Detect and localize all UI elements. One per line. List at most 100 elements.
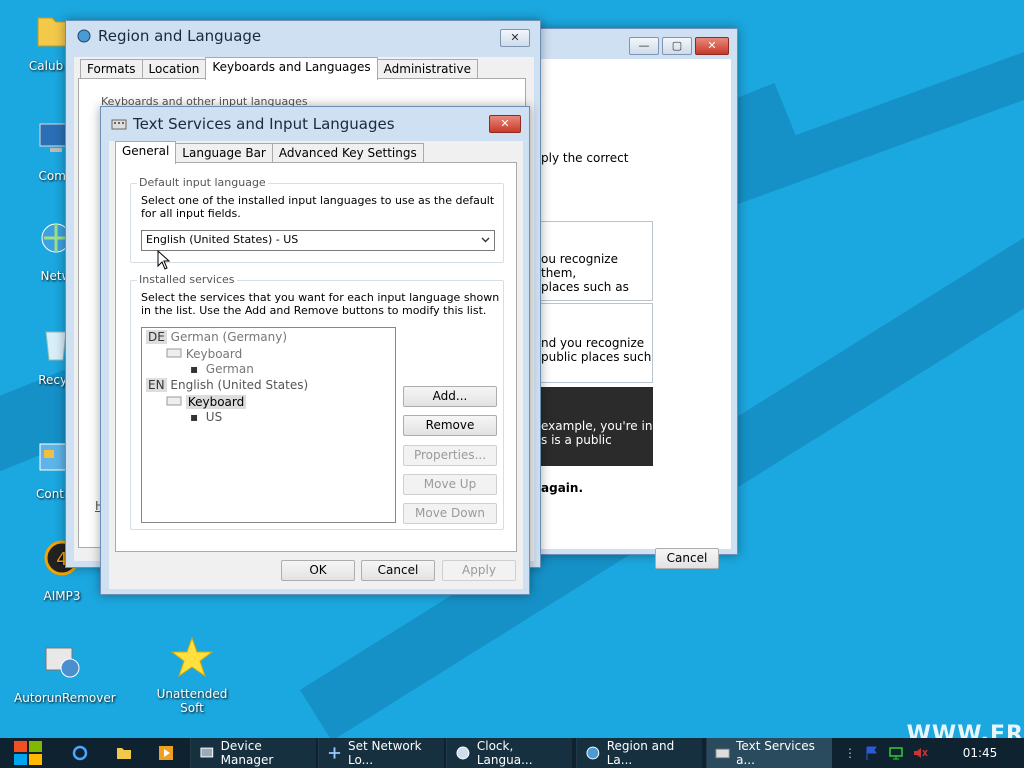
network-text: nd you recognize (541, 336, 645, 350)
chevron-down-icon (481, 237, 490, 243)
taskbar-item-label: Set Network Lo... (347, 739, 422, 767)
device-manager-icon (200, 747, 214, 758)
minimize-button[interactable]: — (629, 37, 659, 55)
start-button[interactable] (6, 738, 46, 768)
remove-button[interactable]: Remove (403, 415, 497, 436)
close-button[interactable]: ✕ (489, 115, 521, 133)
tab-location[interactable]: Location (141, 59, 207, 79)
desktop-icon-label: AIMP3 (43, 589, 81, 603)
desktop-icon-label: AutorunRemover (14, 691, 116, 705)
apply-button[interactable]: Apply (442, 560, 516, 581)
network-text: ou recognize them, (541, 252, 618, 280)
taskbar: Device Manager Set Network Lo... Clock, … (0, 738, 1024, 768)
keyboard-icon (111, 119, 127, 130)
taskbar-item-region-language[interactable]: Region and La... (576, 738, 702, 768)
network-text: example, you're in (541, 419, 653, 433)
network-text: ply the correct (541, 151, 629, 165)
installed-services-group: Installed services Select the services t… (130, 273, 504, 530)
tab-advanced-key-settings[interactable]: Advanced Key Settings (271, 143, 424, 163)
tree-label: Keyboard (185, 395, 247, 409)
keyboard-icon (166, 348, 182, 358)
general-panel: Default input language Select one of the… (115, 162, 517, 552)
taskbar-media[interactable] (152, 738, 180, 768)
language-code-badge: EN (146, 378, 167, 392)
tree-category-keyboard[interactable]: Keyboard (166, 346, 242, 361)
cancel-button[interactable]: Cancel (361, 560, 435, 581)
taskbar-ie[interactable] (66, 738, 94, 768)
tab-keyboards-and-languages[interactable]: Keyboards and Languages (205, 57, 378, 80)
tree-label: German (Germany) (170, 330, 288, 344)
default-language-select[interactable]: English (United States) - US (141, 230, 495, 251)
title-bar: Region and Language (66, 21, 540, 51)
taskbar-clock[interactable]: 01:45 (950, 738, 1010, 768)
network-text: again. (541, 481, 583, 495)
tray-overflow-icon[interactable]: ⋮ (844, 746, 856, 760)
tree-label: US (205, 410, 223, 424)
tab-strip: Formats Location Keyboards and Languages… (74, 57, 534, 80)
window-title: Text Services and Input Languages (133, 115, 395, 133)
internet-explorer-icon (72, 745, 88, 761)
dialog-client: General Language Bar Advanced Key Settin… (109, 141, 523, 589)
group-label: Default input language (137, 176, 268, 189)
tab-language-bar[interactable]: Language Bar (175, 143, 273, 163)
tab-formats[interactable]: Formats (80, 59, 143, 79)
move-down-button[interactable]: Move Down (403, 503, 497, 524)
tree-language-english[interactable]: EN English (United States) (146, 378, 308, 392)
keyboard-icon (166, 396, 182, 406)
close-button[interactable]: ✕ (500, 29, 530, 47)
taskbar-item-label: Device Manager (220, 739, 274, 767)
select-value: English (United States) - US (146, 233, 299, 246)
tree-label: German (205, 362, 254, 376)
taskbar-item-device-manager[interactable]: Device Manager (190, 738, 316, 768)
title-bar: Text Services and Input Languages (101, 107, 529, 141)
tree-language-german[interactable]: DE German (Germany) (146, 330, 287, 344)
tab-strip: General Language Bar Advanced Key Settin… (109, 141, 523, 164)
keyboard-icon (715, 748, 730, 759)
action-center-flag-icon[interactable] (864, 745, 880, 761)
watermark: WWW.FR (906, 722, 1024, 738)
desktop-icon-label: Unattended Soft (156, 687, 228, 715)
taskbar-item-text-services[interactable]: Text Services a... (706, 738, 832, 768)
globe-icon (77, 29, 91, 43)
tree-label: English (United States) (170, 378, 309, 392)
maximize-button[interactable]: ▢ (662, 37, 692, 55)
desktop-icon-unattended[interactable]: Unattended Soft (144, 636, 240, 715)
window-title: Region and Language (98, 27, 262, 45)
taskbar-explorer[interactable] (110, 738, 138, 768)
taskbar-item-set-network[interactable]: Set Network Lo... (318, 738, 444, 768)
star-icon (170, 636, 214, 678)
group-description: Select the services that you want for ea… (141, 291, 500, 317)
media-player-icon (159, 746, 173, 760)
tree-category-keyboard-selected[interactable]: Keyboard (166, 394, 247, 409)
properties-button[interactable]: Properties... (403, 445, 497, 466)
ok-button[interactable]: OK (281, 560, 355, 581)
text-services-window[interactable]: Text Services and Input Languages ✕ Gene… (100, 106, 530, 595)
close-button[interactable]: ✕ (695, 37, 729, 55)
add-button[interactable]: Add... (403, 386, 497, 407)
clock-language-icon (456, 746, 470, 760)
tree-label: Keyboard (185, 347, 243, 361)
taskbar-item-label: Region and La... (606, 739, 675, 767)
taskbar-item-label: Text Services a... (736, 739, 815, 767)
tree-item-us[interactable]: ▪ US (190, 410, 222, 424)
desktop-icon-autorun-remover[interactable]: AutorunRemover (14, 640, 116, 705)
services-tree[interactable]: DE German (Germany) Keyboard ▪ German EN… (141, 327, 396, 523)
default-language-group: Default input language Select one of the… (130, 176, 504, 263)
taskbar-item-clock-language[interactable]: Clock, Langua... (446, 738, 572, 768)
system-tray: ⋮ (838, 738, 928, 768)
taskbar-item-label: Clock, Langua... (476, 739, 533, 767)
globe-icon (586, 746, 600, 760)
autorun-remover-icon (45, 647, 80, 678)
network-status-icon[interactable] (888, 745, 904, 761)
group-description: Select one of the installed input langua… (141, 194, 495, 220)
language-code-badge: DE (146, 330, 167, 344)
network-option-selected[interactable]: example, you're in s is a public (541, 387, 653, 466)
move-up-button[interactable]: Move Up (403, 474, 497, 495)
tab-general[interactable]: General (115, 141, 177, 164)
volume-muted-icon[interactable] (912, 745, 928, 761)
network-option-box[interactable]: nd you recognize public places such (541, 303, 653, 383)
network-option-box[interactable]: ou recognize them, places such as (541, 221, 653, 301)
tab-administrative[interactable]: Administrative (376, 59, 479, 79)
cancel-button[interactable]: Cancel (655, 548, 719, 569)
tree-item-german[interactable]: ▪ German (190, 362, 254, 376)
